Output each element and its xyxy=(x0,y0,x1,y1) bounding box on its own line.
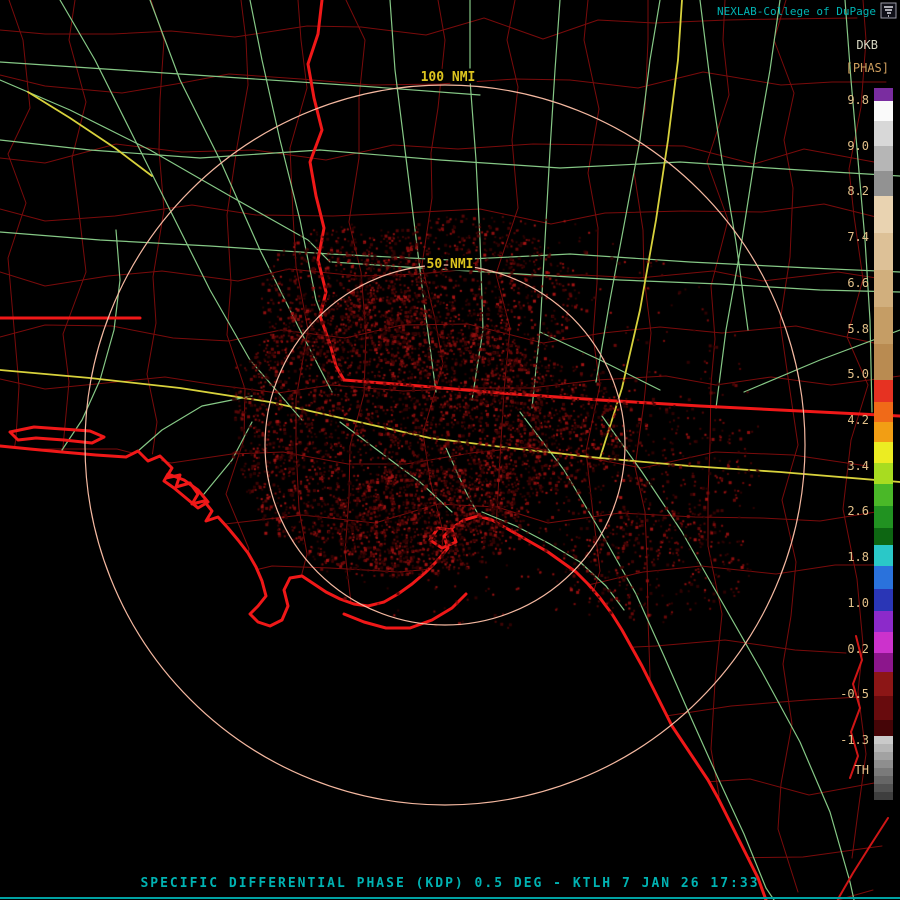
colorbar-segment xyxy=(874,196,893,233)
colorbar-segment xyxy=(874,720,893,736)
colorbar-segment xyxy=(874,146,893,171)
outer-range-ring xyxy=(84,84,806,806)
colorbar-param-label: [PHAS] xyxy=(845,61,889,75)
colorbar-tick: 0.2 xyxy=(847,642,869,656)
colorbar-segment xyxy=(874,760,893,768)
colorbar-tick: 1.0 xyxy=(847,596,869,610)
colorbar-tick: 8.2 xyxy=(847,184,869,198)
colorbar-segment xyxy=(874,653,893,672)
colorbar-segment xyxy=(874,611,893,632)
colorbar-segment xyxy=(874,463,893,484)
colorbar-tick: 2.6 xyxy=(847,504,869,518)
colorbar-bottom-label: TH xyxy=(854,763,869,777)
colorbar-tick: 9.8 xyxy=(847,93,869,107)
colorbar-tick: 7.4 xyxy=(847,230,869,244)
colorbar-tick: 5.8 xyxy=(847,322,869,336)
colorbar-segment xyxy=(874,442,893,463)
colorbar-segment xyxy=(874,233,893,270)
colorbar-segment xyxy=(874,402,893,422)
colorbar-segment xyxy=(874,744,893,752)
colorbar-segment xyxy=(874,528,893,545)
colorbar-segment xyxy=(874,632,893,653)
colorbar-segment xyxy=(874,101,893,121)
colorbar-segment xyxy=(874,380,893,402)
footer-rule xyxy=(0,897,900,899)
range-label-50nmi: 50 NMI xyxy=(427,257,474,272)
colorbar xyxy=(874,88,893,800)
colorbar-tick: -1.3 xyxy=(840,733,869,747)
colorbar-segment xyxy=(874,566,893,589)
colorbar-segment xyxy=(874,752,893,760)
colorbar-segment xyxy=(874,88,893,101)
colorbar-tick: 1.8 xyxy=(847,550,869,564)
colorbar-segment xyxy=(874,784,893,792)
nexlab-brand: NEXLAB-College of DuPage xyxy=(717,5,876,18)
colorbar-segment xyxy=(874,484,893,506)
colorbar-segment xyxy=(874,344,893,380)
colorbar-tick: 3.4 xyxy=(847,459,869,473)
inner-range-ring xyxy=(264,264,626,626)
colorbar-segment xyxy=(874,736,893,744)
colorbar-segment xyxy=(874,506,893,528)
product-title: SPECIFIC DIFFERENTIAL PHASE (KDP) 0.5 DE… xyxy=(140,876,760,891)
colorbar-segment xyxy=(874,307,893,344)
cod-logo-icon xyxy=(880,2,897,19)
colorbar-segment xyxy=(874,792,893,800)
range-rings-overlay: 100 NMI 50 NMI xyxy=(84,68,806,806)
radar-display: 100 NMI 50 NMI NEXLAB-College of DuPage D… xyxy=(0,0,900,900)
colorbar-tick: 4.2 xyxy=(847,413,869,427)
colorbar-ticks: 9.8 9.0 8.2 7.4 6.6 5.8 5.0 4.2 3.4 2.6 1.8 1.0 0.2 -… xyxy=(817,88,869,828)
colorbar-tick: 9.0 xyxy=(847,139,869,153)
colorbar-segment xyxy=(874,121,893,146)
colorbar-segment xyxy=(874,776,893,784)
colorbar-tick: 6.6 xyxy=(847,276,869,290)
colorbar-segment xyxy=(874,672,893,696)
range-label-100nmi: 100 NMI xyxy=(421,70,476,85)
colorbar-segment xyxy=(874,270,893,307)
colorbar-tick: 5.0 xyxy=(847,367,869,381)
colorbar-segment xyxy=(874,171,893,196)
colorbar-segment xyxy=(874,545,893,566)
product-footer: SPECIFIC DIFFERENTIAL PHASE (KDP) 0.5 DE… xyxy=(0,874,900,900)
colorbar-unit-label: DKB xyxy=(856,38,878,52)
colorbar-segment xyxy=(874,589,893,611)
colorbar-segment xyxy=(874,422,893,442)
colorbar-tick: -0.5 xyxy=(840,687,869,701)
colorbar-segment xyxy=(874,768,893,776)
colorbar-segment xyxy=(874,696,893,720)
